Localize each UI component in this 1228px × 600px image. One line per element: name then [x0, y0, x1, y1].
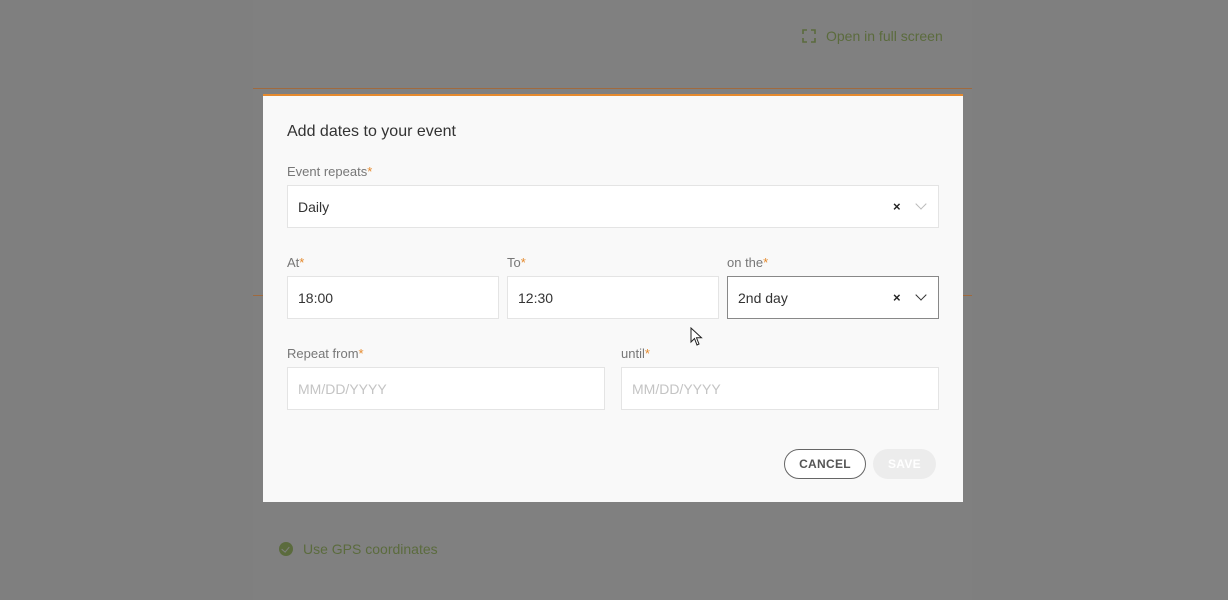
use-gps-option[interactable]: Use GPS coordinates: [279, 540, 438, 558]
save-button[interactable]: SAVE: [873, 449, 936, 479]
until-date-input[interactable]: [621, 367, 939, 410]
repeat-from-label: Repeat from*: [287, 346, 364, 361]
fullscreen-label: Open in full screen: [826, 28, 943, 44]
until-input[interactable]: [632, 380, 938, 397]
at-time-value: 18:00: [298, 289, 334, 306]
to-label: To*: [507, 255, 526, 270]
clear-day-icon[interactable]: ×: [893, 290, 901, 305]
background-divider: [253, 88, 972, 89]
at-label: At*: [287, 255, 305, 270]
on-the-day-value: 2nd day: [738, 289, 788, 306]
to-time-input[interactable]: 12:30: [507, 276, 719, 319]
event-repeats-select[interactable]: Daily: [287, 185, 939, 228]
add-dates-dialog: Add dates to your event Event repeats* D…: [263, 94, 963, 502]
mouse-cursor-icon: [690, 327, 703, 346]
at-time-input[interactable]: 18:00: [287, 276, 499, 319]
repeat-from-input[interactable]: [298, 380, 604, 397]
open-fullscreen-link[interactable]: Open in full screen: [802, 27, 943, 45]
to-time-value: 12:30: [518, 289, 554, 306]
on-the-label: on the*: [727, 255, 769, 270]
gps-label: Use GPS coordinates: [303, 541, 438, 557]
clear-repeats-icon[interactable]: ×: [893, 199, 901, 214]
dialog-title: Add dates to your event: [287, 123, 456, 140]
event-repeats-label: Event repeats*: [287, 164, 373, 179]
until-label: until*: [621, 346, 650, 361]
event-repeats-value: Daily: [298, 198, 330, 215]
repeat-from-date-input[interactable]: [287, 367, 605, 410]
check-circle-icon: [279, 542, 293, 556]
cancel-button[interactable]: CANCEL: [784, 449, 866, 479]
on-the-day-select[interactable]: 2nd day: [727, 276, 939, 319]
fullscreen-icon: [802, 29, 816, 43]
